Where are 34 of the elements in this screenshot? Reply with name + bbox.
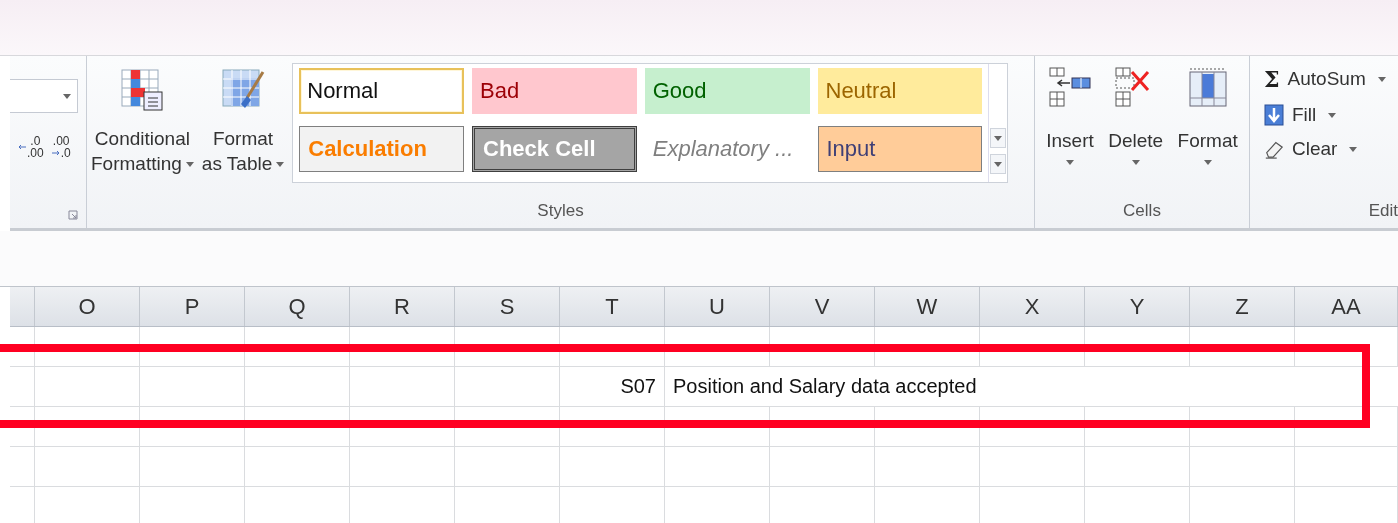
table-cell: S07 [560, 367, 665, 406]
column-header[interactable]: V [770, 287, 875, 326]
delete-button[interactable]: Delete [1106, 56, 1166, 194]
cell-style-option[interactable]: Neutral [817, 68, 983, 114]
column-header[interactable]: W [875, 287, 980, 326]
cell-style-option[interactable]: Normal [299, 68, 464, 114]
column-header[interactable]: Q [245, 287, 350, 326]
column-header[interactable]: T [560, 287, 665, 326]
column-header[interactable]: U [665, 287, 770, 326]
group-label: Cells [1122, 200, 1162, 222]
column-header[interactable]: X [980, 287, 1085, 326]
format-button[interactable]: Format [1175, 56, 1240, 194]
column-header[interactable]: AA [1295, 287, 1398, 326]
group-label: Edit [1367, 200, 1398, 222]
column-header[interactable]: Z [1190, 287, 1295, 326]
insert-button[interactable]: Insert [1044, 56, 1096, 194]
clear-button[interactable]: Clear [1264, 138, 1386, 160]
group-label: Styles [536, 200, 585, 222]
column-header[interactable]: S [455, 287, 560, 326]
cell-style-option[interactable]: Bad [472, 68, 637, 114]
column-header[interactable]: P [140, 287, 245, 326]
sum-icon: Σ [1264, 66, 1280, 92]
increase-decimal-button[interactable]: .0 .00 [18, 135, 44, 159]
column-header[interactable]: O [35, 287, 140, 326]
column-header[interactable]: R [350, 287, 455, 326]
cell-style-option[interactable]: Good [644, 68, 810, 114]
fill-button[interactable]: Fill [1264, 104, 1386, 126]
conditional-formatting-button[interactable]: Conditional Formatting [87, 56, 198, 194]
column-header[interactable]: Y [1085, 287, 1190, 326]
cell-style-option[interactable]: Input [817, 126, 983, 172]
autosum-button[interactable]: Σ AutoSum [1264, 66, 1386, 92]
decrease-decimal-button[interactable]: .00 .0 [51, 135, 71, 159]
format-as-table-button[interactable]: Format as Table [197, 56, 289, 194]
table-cell-text: Position and Salary data accepted [672, 374, 978, 399]
